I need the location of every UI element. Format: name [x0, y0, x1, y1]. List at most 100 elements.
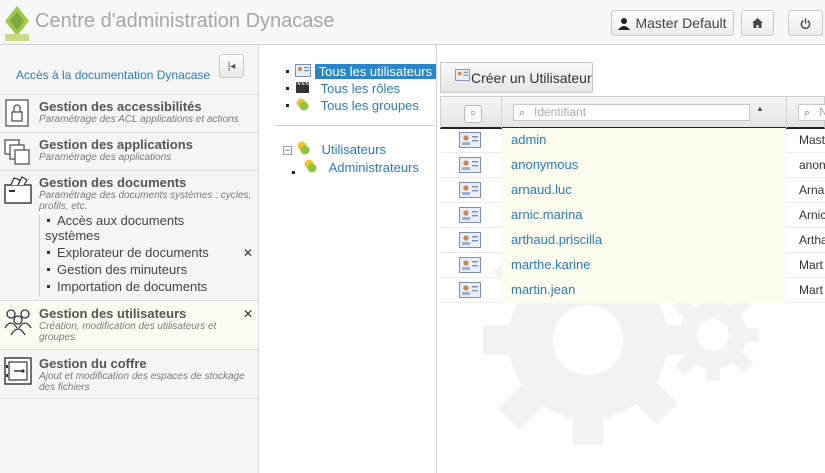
select-all-toggle[interactable]: ○	[464, 105, 482, 123]
collapse-icon: |◂	[227, 60, 236, 72]
submenu-item-minuteurs[interactable]: Gestion des minuteurs	[46, 262, 187, 277]
user-identifiant-cell[interactable]: arnic.marina	[502, 203, 786, 228]
name-filter-input[interactable]: ⌕ N	[798, 104, 825, 121]
clapperboard-icon	[296, 81, 309, 93]
submenu-item-acces-documents-cont[interactable]: systèmes	[45, 228, 100, 243]
sidebar-item-subtitle: Paramétrage des applications	[39, 152, 172, 163]
tree-bullet	[286, 70, 289, 73]
table-row[interactable]: arnic.marina Arnic	[440, 203, 825, 228]
tree-separator	[275, 125, 435, 126]
windows-stack-icon	[4, 139, 30, 165]
folder-documents-icon	[4, 176, 32, 204]
tree-node-utilisateurs[interactable]: Utilisateurs	[296, 141, 386, 157]
user-name-cell: Arnic	[799, 208, 825, 222]
documentation-link[interactable]: Accès à la documentation Dynacase	[16, 68, 210, 82]
tree-bullet	[286, 87, 289, 90]
sidebar-item-title: Gestion du coffre	[39, 356, 147, 371]
tree-node-all-users[interactable]: Tous les utilisateurs	[295, 64, 437, 79]
sidebar-item-coffre[interactable]: Gestion du coffre Ajout et modification …	[0, 349, 258, 399]
tree-node-label: Tous les groupes	[320, 98, 419, 113]
tree-node-all-roles[interactable]: Tous les rôles	[295, 81, 400, 96]
table-row[interactable]: arnaud.luc Arna	[440, 178, 825, 203]
close-icon[interactable]: ✕	[243, 246, 253, 260]
tree-node-administrateurs[interactable]: Administrateurs	[303, 159, 419, 175]
collapse-node-icon[interactable]: −	[283, 146, 292, 155]
collapse-sidebar-button[interactable]: |◂	[219, 54, 244, 78]
table-row[interactable]: marthe.karine Mart	[440, 253, 825, 278]
table-row[interactable]: arthaud.priscilla Artha	[440, 228, 825, 253]
close-icon[interactable]: ✕	[243, 307, 253, 321]
sidebar-item-utilisateurs[interactable]: Gestion des utilisateurs ✕ Création, mod…	[0, 300, 258, 349]
tree-node-label: Utilisateurs	[321, 142, 386, 157]
safe-icon	[4, 357, 32, 385]
user-card-icon	[295, 64, 311, 77]
submenu-divider	[39, 215, 40, 297]
user-name-cell: Artha	[799, 233, 825, 247]
power-icon	[800, 17, 811, 29]
filter-placeholder: N	[819, 105, 825, 119]
group-icon	[296, 98, 309, 111]
tree-node-label: Tous les rôles	[320, 81, 401, 96]
admin-sidebar: Accès à la documentation Dynacase |◂ Ges…	[0, 45, 259, 473]
search-icon: ⌕	[519, 107, 526, 119]
group-icon	[304, 159, 317, 173]
name-column-header[interactable]: ⌕ N	[787, 97, 825, 128]
sidebar-item-subtitle: Paramétrage des ACL applications et acti…	[39, 114, 239, 125]
sidebar-item-applications[interactable]: Gestion des applications Paramétrage des…	[0, 132, 258, 170]
users-grid-header: ○ ⌕ Identifiant ▲ ⌕ N	[440, 96, 825, 129]
user-name-cell: Mast	[799, 133, 825, 147]
user-icon	[618, 17, 631, 30]
group-icon	[297, 141, 310, 155]
identifiant-filter-input[interactable]: ⌕ Identifiant	[513, 104, 750, 121]
create-user-label: Créer un Utilisateur	[471, 69, 592, 86]
home-button[interactable]	[741, 10, 774, 36]
tree-node-all-groups[interactable]: Tous les groupes	[295, 98, 419, 113]
user-card-icon	[459, 157, 481, 173]
sidebar-item-subtitle: Paramétrage des documents systèmes : cyc…	[39, 190, 252, 212]
filter-placeholder: Identifiant	[534, 105, 587, 119]
user-identifiant-cell[interactable]: anonymous	[502, 153, 786, 178]
table-row[interactable]: admin Mast	[440, 128, 825, 153]
submenu-item-explorateur[interactable]: Explorateur de documents	[47, 245, 209, 260]
submenu-item-acces-documents[interactable]: Accès aux documents	[46, 213, 184, 228]
tree-bullet	[292, 171, 295, 174]
user-identifiant-cell[interactable]: marthe.karine	[502, 253, 786, 278]
logout-button[interactable]	[788, 10, 823, 36]
user-name: Master Default	[635, 15, 727, 31]
user-identifiant-cell[interactable]: arthaud.priscilla	[502, 228, 786, 253]
table-row[interactable]: martin.jean Mart	[440, 278, 825, 303]
identifiant-column-header[interactable]: ⌕ Identifiant ▲	[502, 97, 787, 128]
dynacase-logo	[5, 6, 29, 41]
table-row[interactable]: anonymous anon	[440, 153, 825, 178]
search-icon: ⌕	[804, 107, 811, 119]
create-user-button[interactable]: Créer un Utilisateur	[440, 62, 593, 93]
sidebar-item-accessibilites[interactable]: Gestion des accessibilités Paramétrage d…	[0, 94, 258, 132]
user-card-icon	[455, 68, 470, 81]
user-name-cell: Arna	[799, 183, 825, 197]
user-card-icon	[459, 257, 481, 273]
submenu-item-importation[interactable]: Importation de documents	[46, 279, 207, 294]
user-identifiant-cell[interactable]: martin.jean	[502, 278, 786, 303]
home-icon	[752, 18, 763, 28]
user-card-icon	[459, 232, 481, 248]
sidebar-item-title: Gestion des applications	[39, 137, 193, 152]
sort-ascending-icon[interactable]: ▲	[756, 104, 764, 113]
tree-bullet	[286, 104, 289, 107]
user-name-cell: Mart	[799, 258, 823, 272]
user-name-cell: Mart	[799, 283, 823, 297]
tree-node-label: Tous les utilisateurs	[314, 64, 437, 79]
sidebar-item-subtitle: Ajout et modification des espaces de sto…	[39, 371, 245, 393]
app-header: Centre d'administration Dynacase Master …	[0, 0, 825, 45]
user-card-icon	[459, 207, 481, 223]
sidebar-item-documents[interactable]: Gestion des documents Paramétrage des do…	[0, 170, 258, 299]
app-title: Centre d'administration Dynacase	[35, 10, 335, 32]
user-identifiant-cell[interactable]: arnaud.luc	[502, 178, 786, 203]
user-card-icon	[459, 282, 481, 298]
sidebar-item-title: Gestion des documents	[39, 175, 187, 190]
user-card-icon	[459, 182, 481, 198]
user-menu-button[interactable]: Master Default	[611, 10, 734, 36]
user-identifiant-cell[interactable]: admin	[502, 128, 786, 153]
users-content: Créer un Utilisateur ○ ⌕ Identifiant ▲ ⌕…	[438, 45, 825, 473]
sidebar-item-title: Gestion des accessibilités	[39, 99, 202, 114]
user-tree-panel: Tous les utilisateurs Tous les rôles Tou…	[259, 45, 437, 473]
